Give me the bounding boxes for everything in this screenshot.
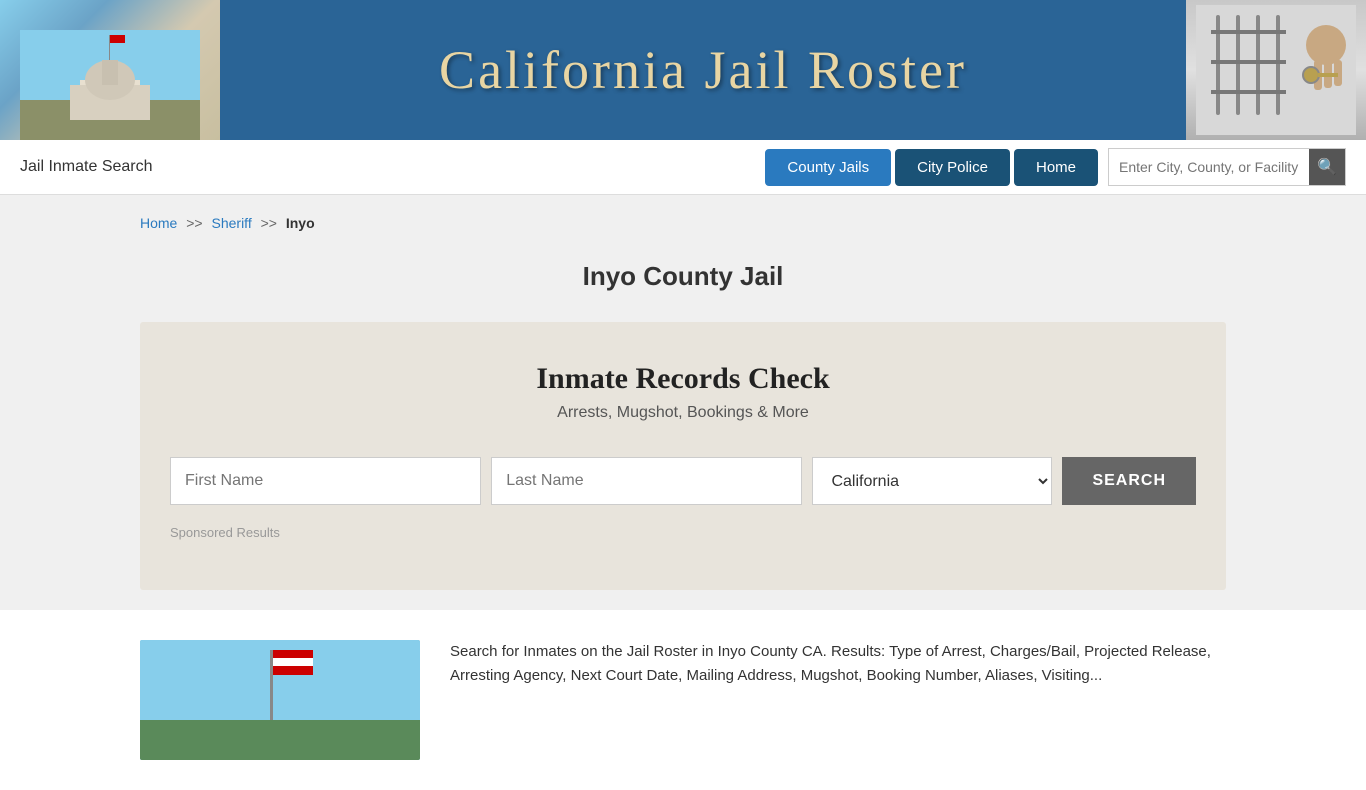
breadcrumb-sheriff[interactable]: Sheriff — [212, 215, 252, 231]
nav-buttons: County Jails City Police Home — [765, 149, 1098, 186]
bottom-description: Search for Inmates on the Jail Roster in… — [450, 640, 1226, 760]
last-name-input[interactable] — [491, 457, 802, 505]
city-police-button[interactable]: City Police — [895, 149, 1010, 186]
nav-search-wrap: 🔍 — [1108, 148, 1346, 186]
breadcrumb-current: Inyo — [286, 215, 315, 231]
breadcrumb: Home >> Sheriff >> Inyo — [0, 195, 1366, 251]
county-jails-button[interactable]: County Jails — [765, 149, 891, 186]
home-button[interactable]: Home — [1014, 149, 1098, 186]
site-title: California Jail Roster — [439, 39, 967, 101]
banner-center: California Jail Roster — [220, 39, 1186, 101]
bottom-image — [140, 640, 420, 760]
search-button[interactable]: SEARCH — [1062, 457, 1196, 505]
state-select[interactable]: AlabamaAlaskaArizonaArkansasCaliforniaCo… — [812, 457, 1052, 505]
nav-brand: Jail Inmate Search — [20, 158, 765, 176]
search-card: Inmate Records Check Arrests, Mugshot, B… — [140, 322, 1226, 590]
bottom-section: Search for Inmates on the Jail Roster in… — [0, 610, 1366, 790]
page-title: Inyo County Jail — [0, 261, 1366, 292]
records-check-title: Inmate Records Check — [170, 362, 1196, 396]
navbar: Jail Inmate Search County Jails City Pol… — [0, 140, 1366, 195]
page-title-wrap: Inyo County Jail — [0, 251, 1366, 322]
first-name-input[interactable] — [170, 457, 481, 505]
nav-search-input[interactable] — [1109, 149, 1309, 185]
nav-search-button[interactable]: 🔍 — [1309, 149, 1345, 185]
breadcrumb-home[interactable]: Home — [140, 215, 177, 231]
search-form: AlabamaAlaskaArizonaArkansasCaliforniaCo… — [170, 457, 1196, 505]
records-check-subtitle: Arrests, Mugshot, Bookings & More — [170, 404, 1196, 422]
banner-right-image — [1186, 0, 1366, 140]
sponsored-label: Sponsored Results — [170, 525, 1196, 540]
banner-left-image — [0, 0, 220, 140]
breadcrumb-sep1: >> — [186, 215, 202, 231]
breadcrumb-sep2: >> — [261, 215, 277, 231]
site-banner: California Jail Roster — [0, 0, 1366, 140]
search-icon: 🔍 — [1317, 157, 1337, 177]
